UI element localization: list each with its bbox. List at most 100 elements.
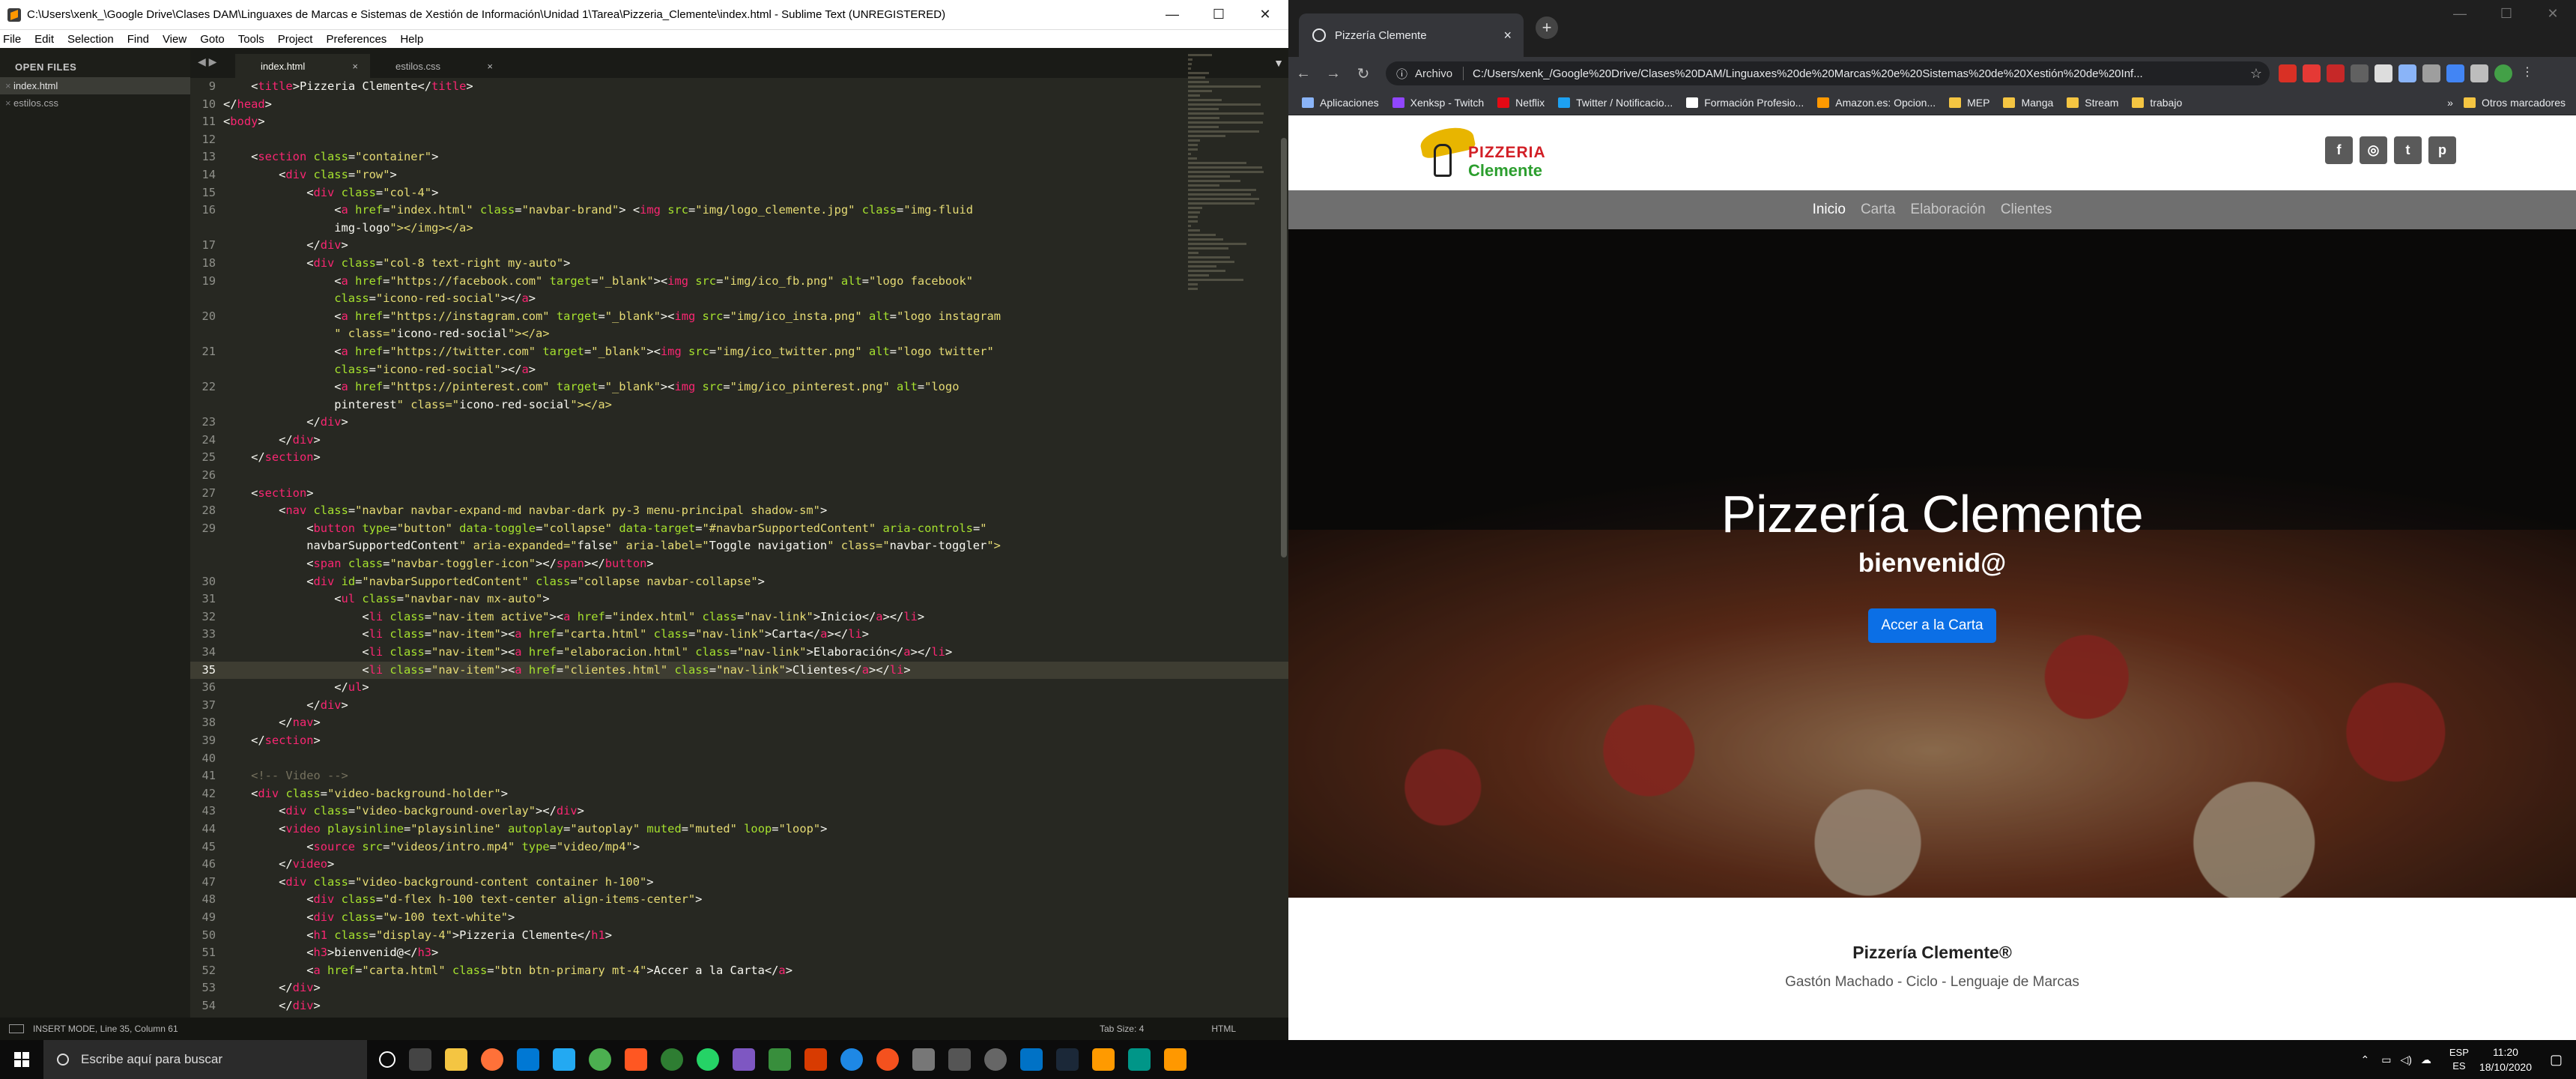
code-line[interactable]: 26 xyxy=(190,467,1288,485)
adblock-icon[interactable] xyxy=(2279,64,2297,82)
code-line[interactable]: 44 <video playsinline="playsinline" auto… xyxy=(190,820,1288,838)
extension-icon[interactable] xyxy=(2303,64,2321,82)
windows-start-icon[interactable] xyxy=(0,1040,43,1079)
nav-clientes[interactable]: Clientes xyxy=(2001,202,2052,218)
code-line[interactable]: 50 <h1 class="display-4">Pizzeria Clemen… xyxy=(190,927,1288,945)
bookmark-item[interactable]: MEP xyxy=(1949,97,1989,109)
code-line[interactable]: class="icono-red-social"></a> xyxy=(190,361,1288,379)
code-line[interactable]: 51 <h3>bienvenid@</h3> xyxy=(190,944,1288,962)
notifications-icon[interactable]: ▢ xyxy=(2550,1052,2563,1068)
address-bar[interactable]: ⓘ Archivo C:/Users/xenk_/Google%20Drive/… xyxy=(1386,61,2270,85)
code-line[interactable]: 12 xyxy=(190,131,1288,149)
extension-icon[interactable] xyxy=(2422,64,2440,82)
app-icon[interactable] xyxy=(876,1048,899,1071)
pizzeria-logo[interactable]: PIZZERIA Clemente xyxy=(1418,123,1555,181)
code-line[interactable]: 52 <a href="carta.html" class="btn btn-p… xyxy=(190,962,1288,980)
onedrive-icon[interactable]: ☁ xyxy=(2421,1054,2431,1066)
close-tab-icon[interactable]: × xyxy=(1503,28,1512,43)
carta-button[interactable]: Accer a la Carta xyxy=(1868,608,1996,643)
browser-tab[interactable]: Pizzería Clemente × xyxy=(1299,13,1524,57)
pinterest-icon[interactable]: p xyxy=(2428,136,2456,164)
sublime-taskbar-icon[interactable] xyxy=(1164,1048,1187,1071)
code-line[interactable]: 10 </head> xyxy=(190,96,1288,114)
code-line[interactable]: img-logo"></img></a> xyxy=(190,220,1288,238)
code-line[interactable]: 49 <div class="w-100 text-white"> xyxy=(190,909,1288,927)
minimap[interactable] xyxy=(1188,54,1278,369)
code-line[interactable]: 53 </div> xyxy=(190,979,1288,997)
app-icon[interactable] xyxy=(1128,1048,1151,1071)
app-icon[interactable] xyxy=(984,1048,1007,1071)
chrome-icon[interactable] xyxy=(589,1048,611,1071)
code-line[interactable]: 24 </div> xyxy=(190,432,1288,450)
code-line[interactable]: 38 </nav> xyxy=(190,714,1288,732)
code-line[interactable]: 35 <li class="nav-item"><a href="cliente… xyxy=(190,661,1288,680)
menu-item-selection[interactable]: Selection xyxy=(67,33,114,46)
code-line[interactable]: 14 <div class="row"> xyxy=(190,166,1288,184)
code-line[interactable]: class="icono-red-social"></a> xyxy=(190,290,1288,308)
code-line[interactable]: 28 <nav class="navbar navbar-expand-md n… xyxy=(190,502,1288,520)
menu-item-file[interactable]: File xyxy=(3,33,21,46)
facebook-icon[interactable]: f xyxy=(2325,136,2353,164)
other-bookmarks[interactable]: Otros marcadores xyxy=(2463,97,2566,109)
app-icon[interactable] xyxy=(840,1048,863,1071)
menu-item-help[interactable]: Help xyxy=(400,33,423,46)
bookmark-item[interactable]: trabajo xyxy=(2132,97,2182,109)
firefox-icon[interactable] xyxy=(481,1048,503,1071)
code-line[interactable]: 33 <li class="nav-item"><a href="carta.h… xyxy=(190,626,1288,644)
code-line[interactable]: 16 <a href="index.html" class="navbar-br… xyxy=(190,202,1288,220)
code-line[interactable]: 40 xyxy=(190,750,1288,768)
menu-icon[interactable]: ⋮ xyxy=(2518,64,2536,82)
bookmark-item[interactable]: Netflix xyxy=(1497,97,1545,109)
bookmark-item[interactable]: Stream xyxy=(2067,97,2118,109)
maximize-icon[interactable]: ☐ xyxy=(1195,0,1242,30)
steam-icon[interactable] xyxy=(1056,1048,1079,1071)
maximize-icon[interactable]: ☐ xyxy=(2483,0,2530,27)
code-line[interactable]: pinterest" class="icono-red-social"></a> xyxy=(190,396,1288,414)
outlook-icon[interactable] xyxy=(1020,1048,1043,1071)
forward-icon[interactable]: → xyxy=(1318,65,1348,82)
code-line[interactable]: " class="icono-red-social"></a> xyxy=(190,325,1288,343)
calculator-icon[interactable] xyxy=(948,1048,971,1071)
extension-icon[interactable] xyxy=(2351,64,2369,82)
code-line[interactable]: 21 <a href="https://twitter.com" target=… xyxy=(190,343,1288,361)
whatsapp-icon[interactable] xyxy=(697,1048,719,1071)
avatar[interactable] xyxy=(2494,64,2512,82)
bookmark-item[interactable]: Aplicaciones xyxy=(1302,97,1379,109)
code-line[interactable]: 36 </ul> xyxy=(190,679,1288,697)
tab-estilos-css[interactable]: estilos.css × xyxy=(370,54,505,78)
status-syntax[interactable]: HTML xyxy=(1211,1024,1236,1034)
xbox-icon[interactable] xyxy=(661,1048,683,1071)
new-tab-button[interactable]: + xyxy=(1536,16,1558,39)
menu-item-tools[interactable]: Tools xyxy=(238,33,264,46)
code-view[interactable]: 9 <title>Pizzeria Clemente</title> 10 </he… xyxy=(190,78,1288,1018)
code-line[interactable]: 46 </video> xyxy=(190,856,1288,874)
bookmark-item[interactable]: Xenksp - Twitch xyxy=(1392,97,1484,109)
close-tab-icon[interactable]: × xyxy=(487,61,493,72)
menu-item-project[interactable]: Project xyxy=(278,33,313,46)
extension-icon[interactable] xyxy=(2398,64,2416,82)
menu-item-find[interactable]: Find xyxy=(127,33,149,46)
code-line[interactable]: 39 </section> xyxy=(190,732,1288,750)
office-icon[interactable] xyxy=(804,1048,827,1071)
bookmark-item[interactable]: Formación Profesio... xyxy=(1686,97,1804,109)
code-line[interactable]: 15 <div class="col-4"> xyxy=(190,184,1288,202)
star-icon[interactable]: ☆ xyxy=(2250,66,2262,82)
menu-item-goto[interactable]: Goto xyxy=(200,33,225,46)
code-line[interactable]: 45 <source src="videos/intro.mp4" type="… xyxy=(190,838,1288,856)
code-line[interactable]: 19 <a href="https://facebook.com" target… xyxy=(190,273,1288,291)
sidebar-file-index[interactable]: index.html xyxy=(0,77,190,94)
instagram-icon[interactable]: ◎ xyxy=(2360,136,2387,164)
code-line[interactable]: <span class="navbar-toggler-icon"></span… xyxy=(190,555,1288,573)
minimize-icon[interactable]: — xyxy=(2437,0,2483,27)
network-icon[interactable]: ▭ xyxy=(2381,1054,2391,1066)
search-box[interactable]: Escribe aquí para buscar xyxy=(43,1040,367,1079)
mail-icon[interactable] xyxy=(517,1048,539,1071)
bookmark-item[interactable]: Twitter / Notificacio... xyxy=(1558,97,1673,109)
twitter-icon[interactable]: t xyxy=(2394,136,2422,164)
cortana-icon[interactable] xyxy=(379,1051,396,1068)
menu-item-view[interactable]: View xyxy=(163,33,187,46)
code-line[interactable]: 13 <section class="container"> xyxy=(190,148,1288,166)
close-tab-icon[interactable]: × xyxy=(352,61,358,72)
bookmark-item[interactable]: Manga xyxy=(2003,97,2053,109)
back-icon[interactable]: ← xyxy=(1288,65,1318,82)
